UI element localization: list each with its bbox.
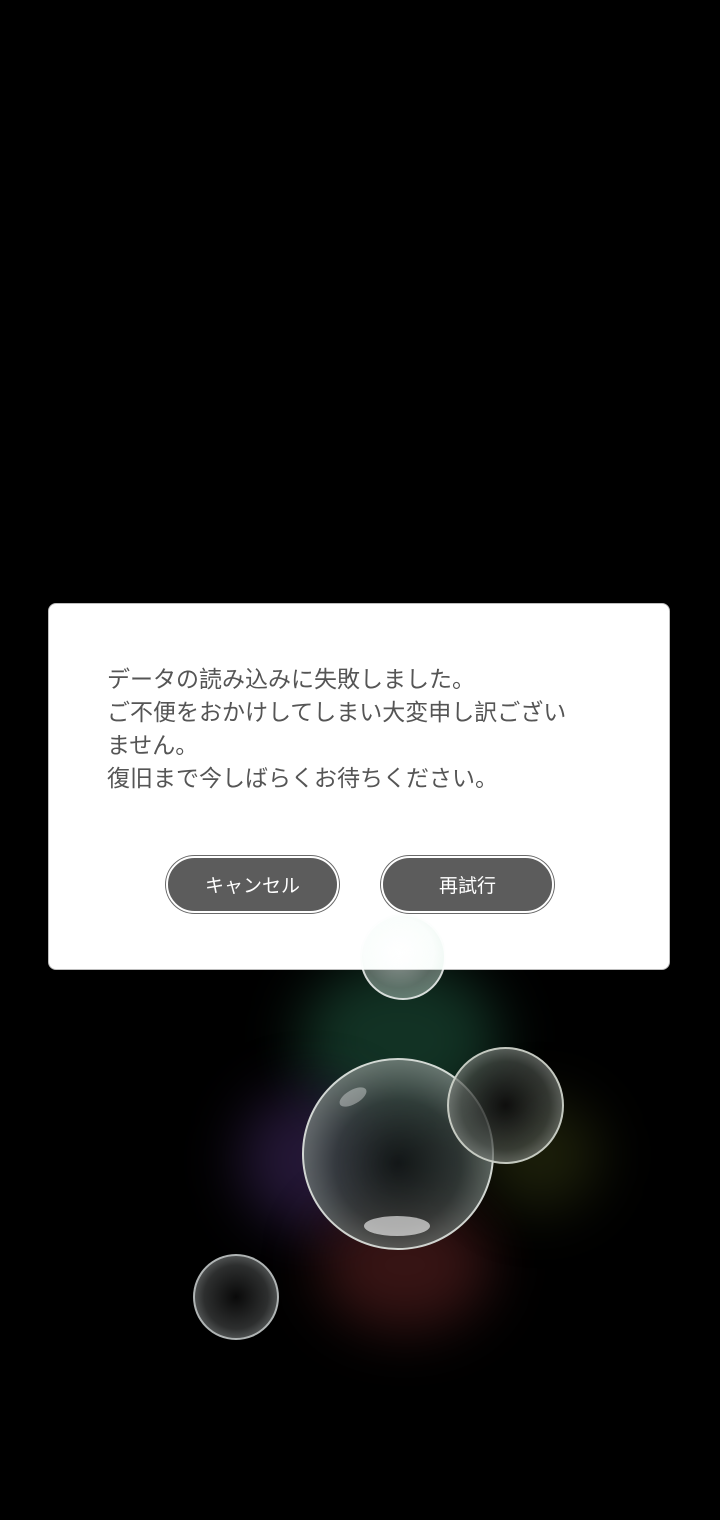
error-message: データの読み込みに失敗しました。 ご不便をおかけしてしまい大変申し訳ござい ませ… [107,664,627,796]
error-message-line: データの読み込みに失敗しました。 [107,667,475,693]
ambient-glow [320,1200,490,1330]
cancel-button[interactable]: キャンセル [166,856,339,913]
error-message-line: ません。 [107,733,199,759]
bubble-decoration [193,1254,279,1340]
bubble-highlight [336,1083,370,1111]
error-message-line: ご不便をおかけしてしまい大変申し訳ござい [107,700,567,726]
bubble-decoration [447,1047,564,1164]
retry-button[interactable]: 再試行 [381,856,554,913]
ambient-glow [240,1090,380,1230]
app-screen: データの読み込みに失敗しました。 ご不便をおかけしてしまい大変申し訳ござい ませ… [0,0,720,1520]
ambient-glow [480,1100,600,1210]
bubble-decoration [302,1058,494,1250]
bubble-highlight [364,1216,430,1236]
ambient-glow [300,960,500,1120]
error-dialog: データの読み込みに失敗しました。 ご不便をおかけしてしまい大変申し訳ござい ませ… [48,603,670,970]
error-message-line: 復旧まで今しばらくお待ちください。 [107,766,498,792]
